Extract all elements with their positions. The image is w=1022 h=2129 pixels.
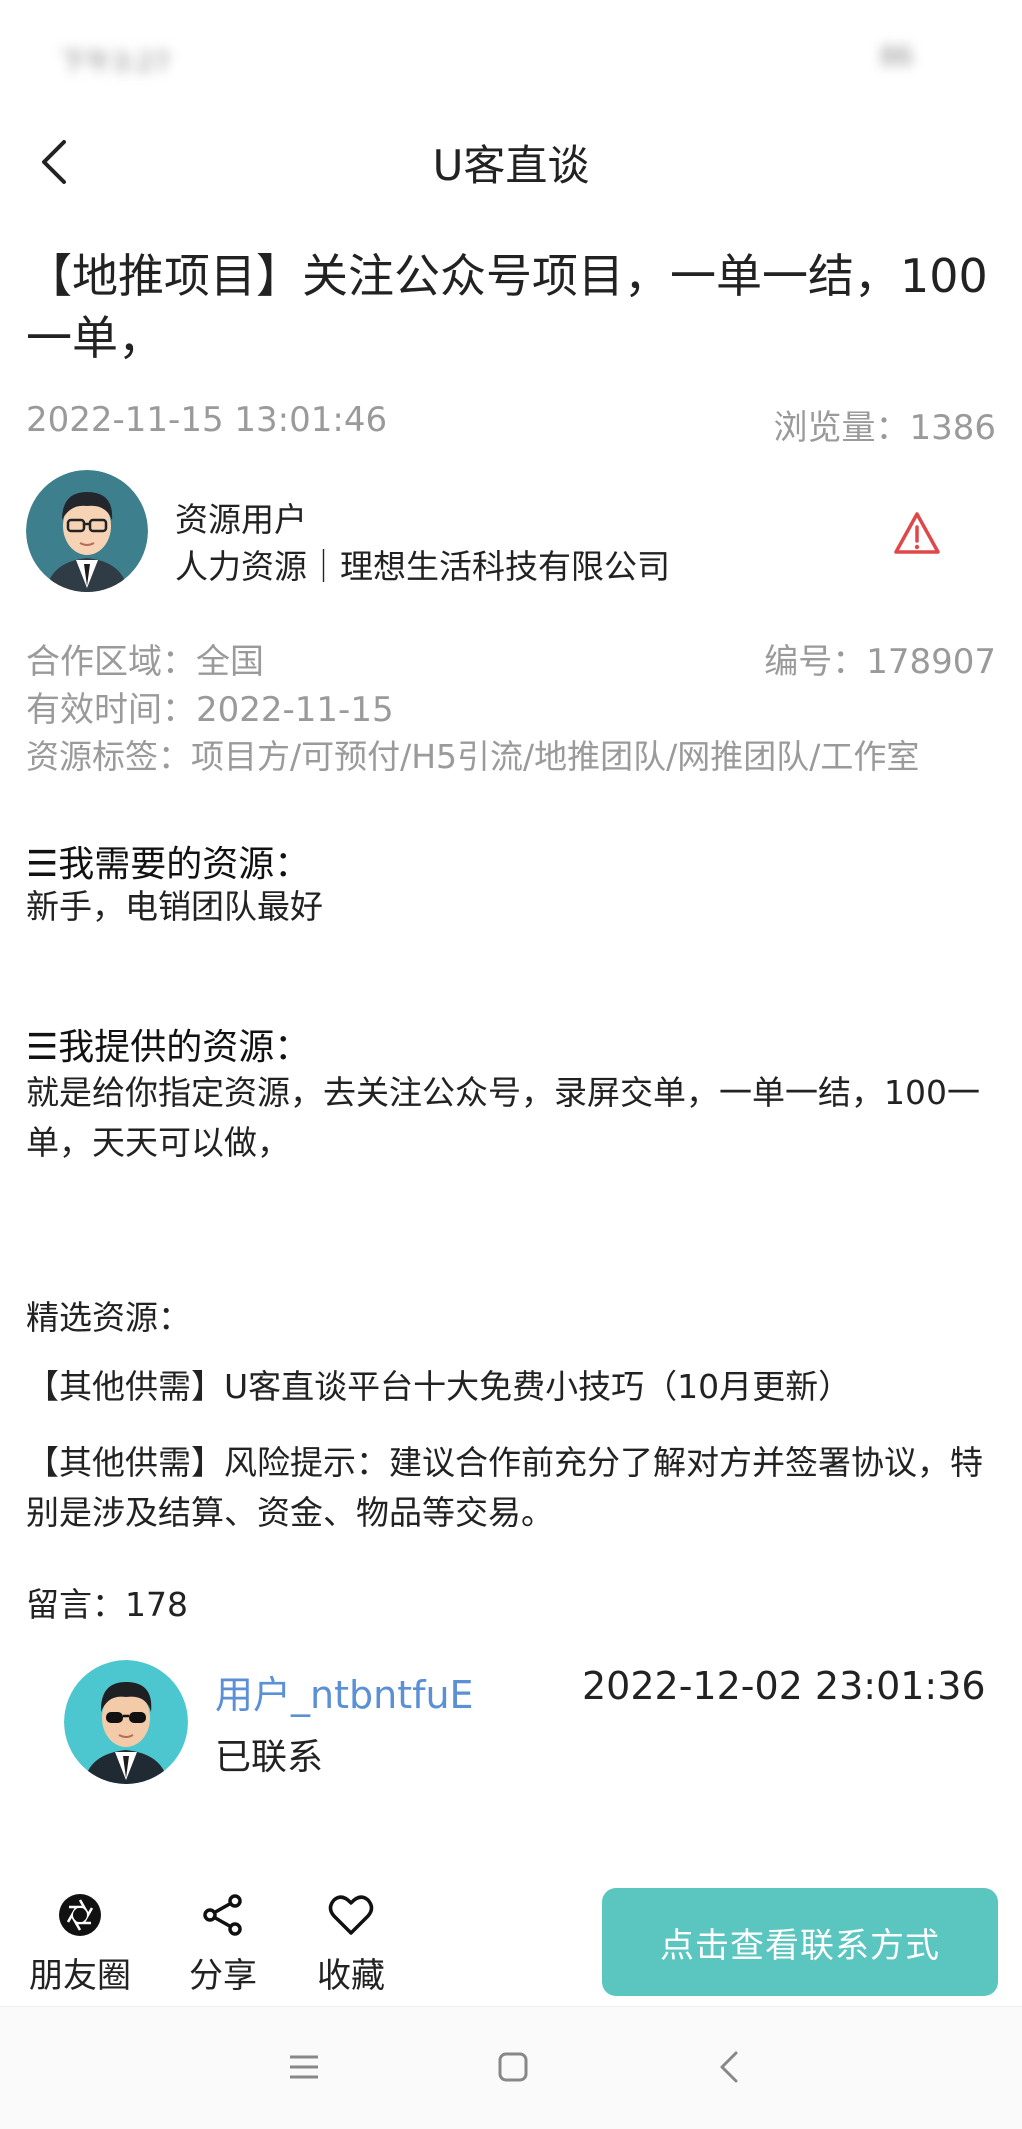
offer-body: 就是给你指定资源，去关注公众号，录屏交单，一单一结，100一单，天天可以做， <box>26 1073 980 1162</box>
nav-menu-button[interactable] <box>284 2047 324 2087</box>
menu-icon <box>290 2055 318 2079</box>
featured-item[interactable]: 【其他供需】风险提示：建议合作前充分了解对方并签署协议，特别是涉及结算、资金、物… <box>26 1438 996 1538</box>
back-triangle-icon <box>720 2051 738 2083</box>
comment-count: 留言：178 <box>26 1585 188 1624</box>
commenter-avatar[interactable] <box>64 1660 188 1784</box>
comment-username[interactable]: 用户_ntbntfuE <box>215 1664 474 1719</box>
featured-heading: 精选资源： <box>26 1298 191 1337</box>
favorite-button[interactable]: 收藏 <box>296 1890 406 1997</box>
report-button[interactable] <box>892 510 942 556</box>
status-time: 下午3:27 <box>60 48 171 78</box>
share-button[interactable]: 分享 <box>168 1890 278 1997</box>
view-count: 浏览量：1386 <box>773 408 996 448</box>
comment-text: 已联系 <box>215 1737 324 1778</box>
favorite-label: 收藏 <box>317 1956 385 1996</box>
view-contact-button[interactable]: 点击查看联系方式 <box>602 1888 998 1996</box>
author-avatar[interactable] <box>26 470 148 592</box>
author-org: 人力资源｜理想生活科技有限公司 <box>175 547 670 586</box>
moments-label: 朋友圈 <box>29 1956 131 1996</box>
valid-date: 有效时间：2022-11-15 <box>26 690 394 730</box>
author-name[interactable]: 资源用户 <box>175 493 307 541</box>
need-heading: ☰我需要的资源： <box>26 835 310 887</box>
resource-tags: 资源标签：项目方/可预付/H5引流/地推团队/网推团队/工作室 <box>26 737 920 776</box>
need-body: 新手，电销团队最好 <box>26 887 323 926</box>
share-label: 分享 <box>189 1956 257 1996</box>
region-info: 合作区域：全国 <box>26 642 264 682</box>
heart-icon <box>328 1895 374 1935</box>
battery-indicator: 86 <box>880 42 914 72</box>
warning-icon <box>894 512 940 554</box>
offer-heading-text: 我提供的资源： <box>58 1027 311 1068</box>
nav-back-button[interactable] <box>710 2047 750 2087</box>
menu-lines-icon: ☰ <box>26 844 59 885</box>
share-icon <box>203 1894 242 1936</box>
post-datetime: 2022-11-15 13:01:46 <box>26 400 388 440</box>
need-heading-text: 我需要的资源： <box>58 844 311 885</box>
offer-heading: ☰我提供的资源： <box>26 1018 310 1070</box>
comment-time: 2022-12-02 23:01:36 <box>582 1664 986 1708</box>
page-title: U客直谈 <box>432 141 590 190</box>
system-nav-bar <box>0 2006 1022 2129</box>
moments-button[interactable]: 朋友圈 <box>20 1890 140 1997</box>
menu-lines-icon: ☰ <box>26 1027 59 1068</box>
home-square-icon <box>498 2052 528 2082</box>
serial-number: 编号：178907 <box>764 642 996 682</box>
featured-item[interactable]: 【其他供需】U客直谈平台十大免费小技巧（10月更新） <box>26 1362 996 1412</box>
camera-shutter-icon <box>59 1894 101 1936</box>
nav-home-button[interactable] <box>493 2047 533 2087</box>
post-title: 【地推项目】关注公众号项目，一单一结，100一单， <box>26 249 988 365</box>
